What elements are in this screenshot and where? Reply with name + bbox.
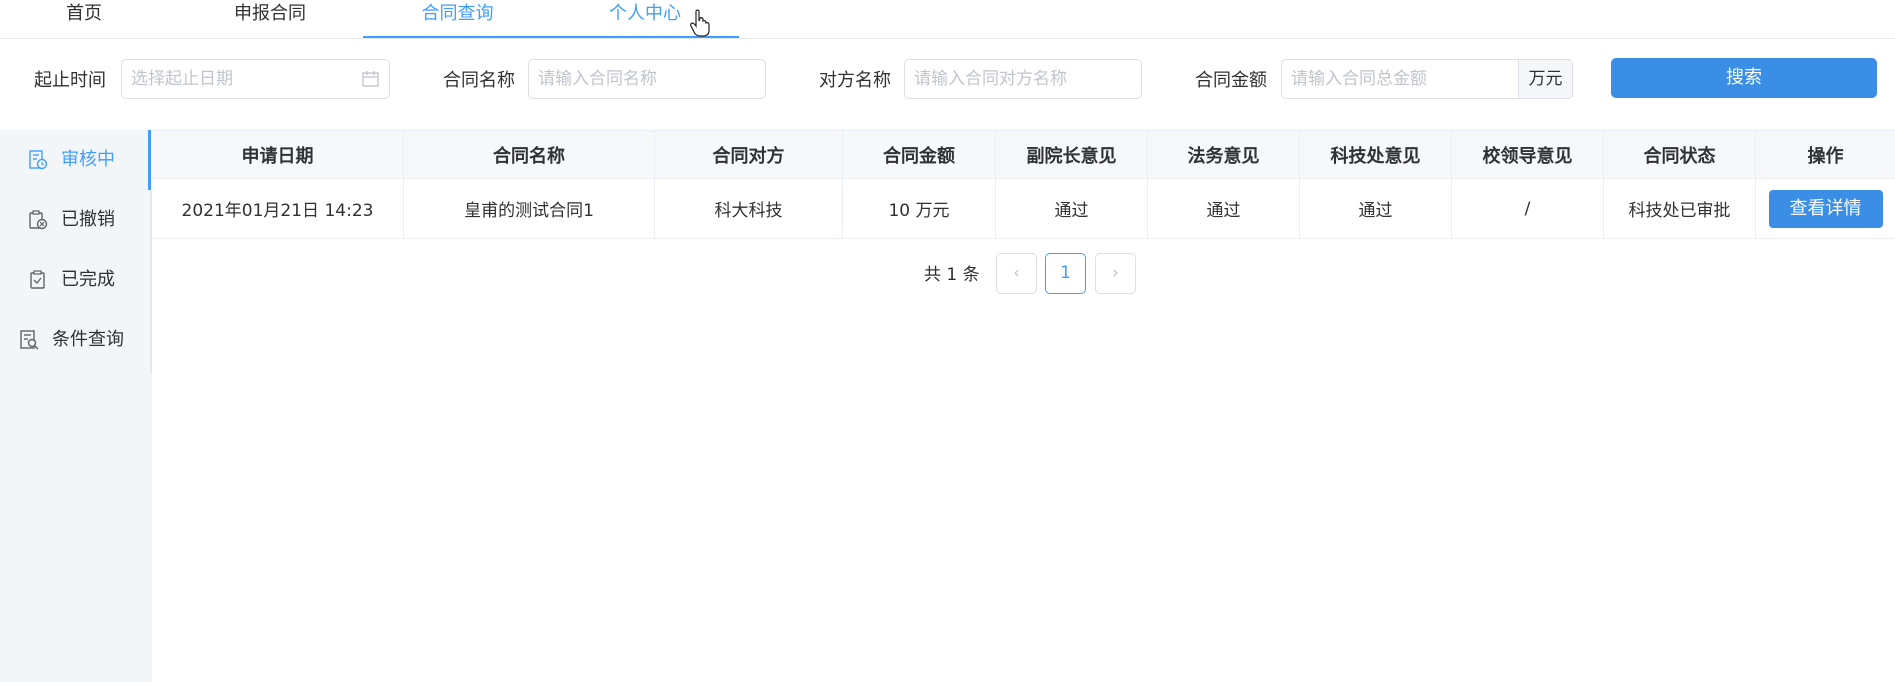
nav-active-underline	[363, 36, 739, 38]
cell-leader-opinion: /	[1452, 179, 1604, 238]
sidebar-active-indicator	[148, 130, 151, 190]
search-button[interactable]: 搜索	[1611, 58, 1877, 98]
contract-name-label: 合同名称	[443, 70, 515, 91]
cell-action: 查看详情	[1756, 179, 1895, 238]
cell-date: 2021年01月21日 14:23	[152, 179, 404, 238]
cell-legal-opinion: 通过	[1148, 179, 1300, 238]
sidebar-item-label: 条件查询	[52, 329, 124, 350]
column-header-vp-opinion: 副院长意见	[996, 131, 1148, 178]
date-range-input[interactable]: 选择起止日期	[121, 59, 390, 99]
column-header-tech-opinion: 科技处意见	[1300, 131, 1452, 178]
chevron-left-icon: ‹	[1013, 263, 1020, 283]
contract-name-input[interactable]: 请输入合同名称	[528, 59, 766, 99]
cell-status: 科技处已审批	[1604, 179, 1756, 238]
sidebar-item-cancelled[interactable]: 已撤销	[0, 190, 150, 250]
sidebar-item-label: 已撤销	[61, 209, 115, 230]
column-header-status: 合同状态	[1604, 131, 1756, 178]
check-clipboard-icon	[30, 270, 45, 289]
cell-tech-opinion: 通过	[1300, 179, 1452, 238]
amount-unit-suffix: 万元	[1518, 59, 1573, 99]
date-range-label: 起止时间	[34, 70, 106, 91]
column-header-amount: 合同金额	[843, 131, 996, 178]
next-page-button[interactable]: ›	[1095, 253, 1136, 294]
date-range-placeholder: 选择起止日期	[131, 69, 233, 89]
cancel-clipboard-icon	[29, 210, 48, 230]
party-name-label: 对方名称	[819, 70, 891, 91]
sidebar-item-completed[interactable]: 已完成	[0, 250, 150, 310]
table-row: 2021年01月21日 14:23 皇甫的测试合同1 科大科技 10 万元 通过…	[152, 179, 1895, 239]
page-1-button[interactable]: 1	[1045, 253, 1086, 294]
cell-party: 科大科技	[655, 179, 843, 238]
party-name-input[interactable]: 请输入合同对方名称	[904, 59, 1142, 99]
pagination-total: 共 1 条	[924, 265, 980, 285]
nav-submit-contract[interactable]: 申报合同	[210, 0, 330, 39]
cell-name: 皇甫的测试合同1	[404, 179, 655, 238]
column-header-name: 合同名称	[404, 131, 655, 178]
search-document-icon	[20, 330, 39, 350]
calendar-icon	[362, 71, 379, 87]
chevron-right-icon: ›	[1112, 263, 1119, 283]
contract-amount-input[interactable]: 请输入合同总金额	[1281, 59, 1520, 99]
contract-name-placeholder: 请输入合同名称	[538, 69, 657, 89]
column-header-date: 申请日期	[152, 131, 404, 178]
column-header-party: 合同对方	[655, 131, 843, 178]
sidebar-item-label: 已完成	[61, 269, 115, 290]
cell-vp-opinion: 通过	[996, 179, 1148, 238]
column-header-action: 操作	[1807, 145, 1844, 167]
hand-cursor-icon	[690, 9, 710, 37]
document-clock-icon	[29, 150, 48, 170]
sidebar: 审核中 已撤销 已完成 条件查询	[0, 130, 152, 682]
view-details-button[interactable]: 查看详情	[1768, 189, 1883, 228]
sidebar-item-condition-query[interactable]: 条件查询	[0, 310, 150, 370]
prev-page-button[interactable]: ‹	[996, 253, 1037, 294]
top-nav: 首页 申报合同 合同查询 个人中心	[0, 0, 1895, 39]
cell-amount: 10 万元	[843, 179, 996, 238]
contract-amount-placeholder: 请输入合同总金额	[1291, 69, 1427, 89]
nav-personal-center[interactable]: 个人中心	[585, 0, 705, 39]
column-header-legal-opinion: 法务意见	[1148, 131, 1300, 178]
party-name-placeholder: 请输入合同对方名称	[914, 69, 1067, 89]
nav-home[interactable]: 首页	[40, 0, 128, 39]
table-header: 申请日期 合同名称 合同对方 合同金额 副院长意见 法务意见 科技处意见 校领导…	[152, 130, 1895, 179]
column-header-leader-opinion: 校领导意见	[1452, 131, 1604, 178]
sidebar-item-under-review[interactable]: 审核中	[0, 130, 150, 190]
sidebar-item-label: 审核中	[61, 149, 115, 170]
contract-amount-label: 合同金额	[1195, 70, 1267, 91]
nav-contract-query[interactable]: 合同查询	[400, 0, 515, 39]
